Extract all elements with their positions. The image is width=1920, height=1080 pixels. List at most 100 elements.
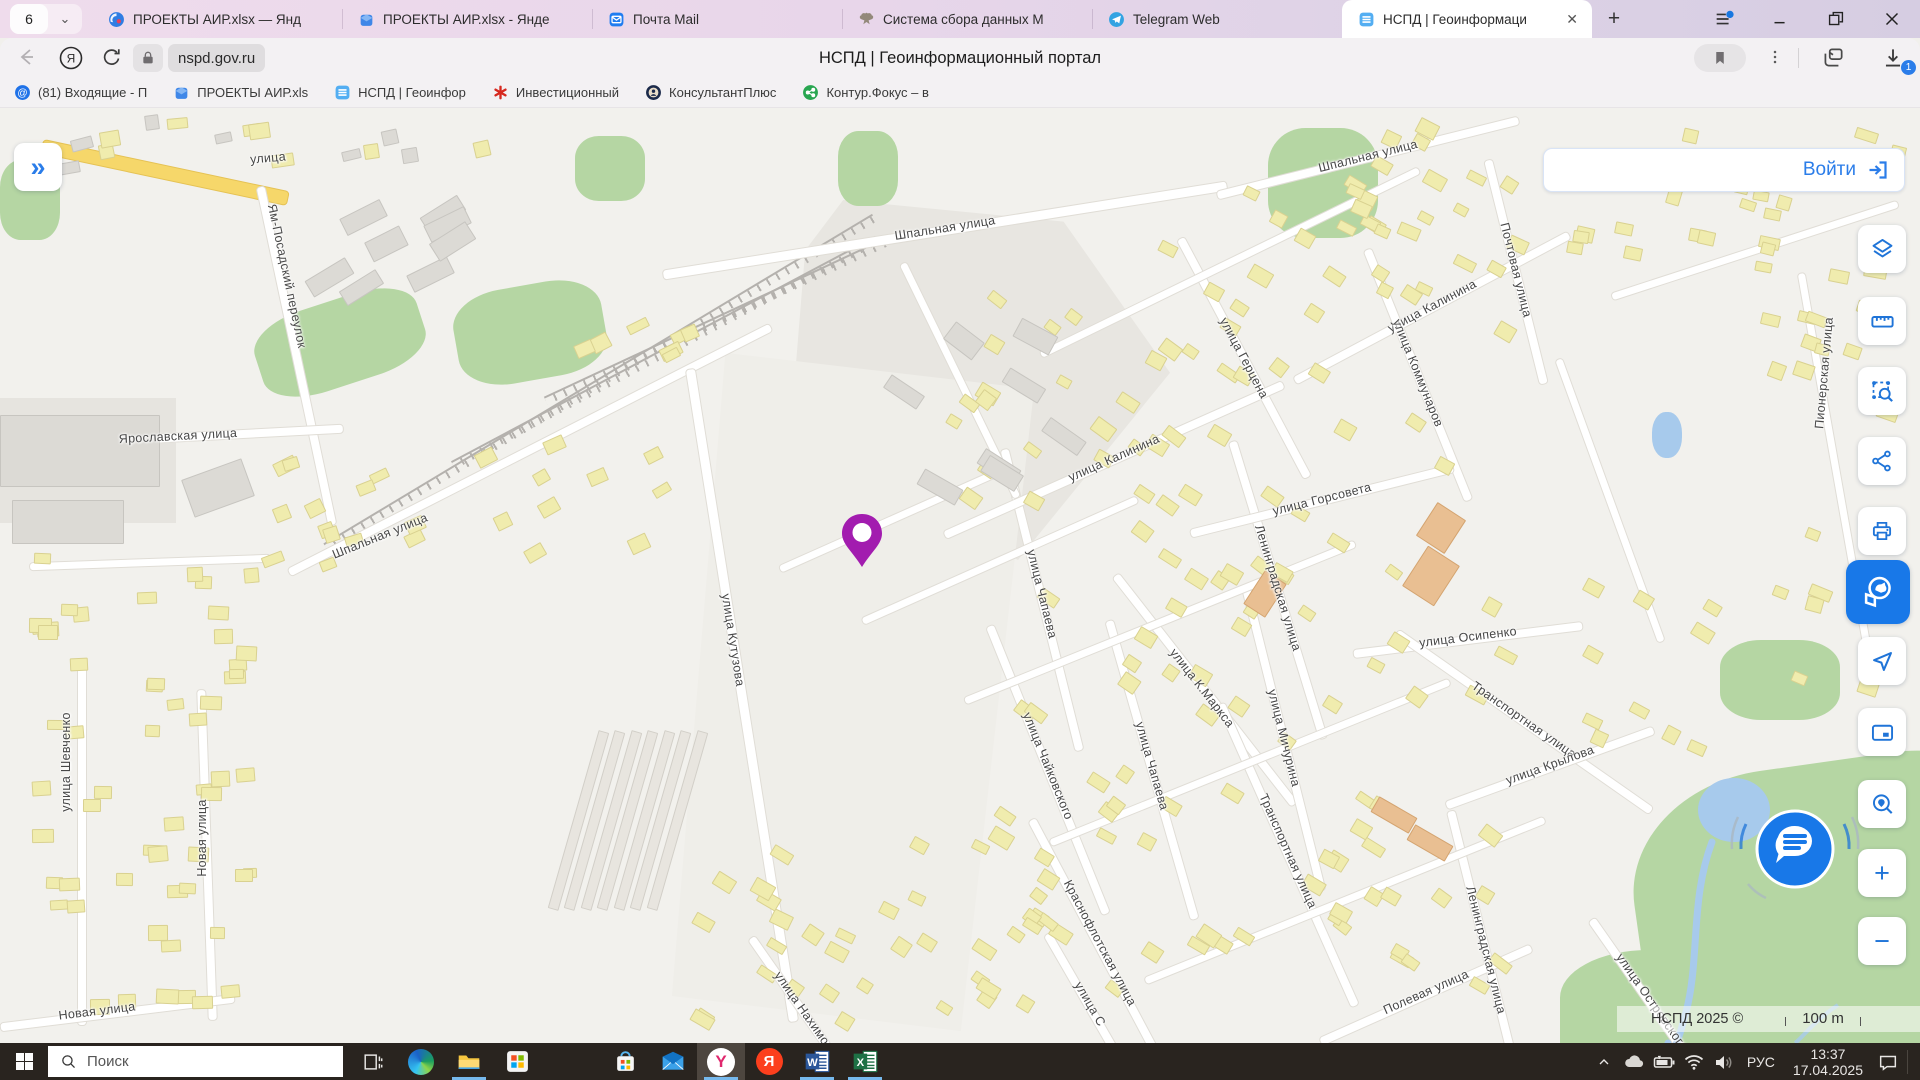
draw-objects-tool-active[interactable] <box>1846 560 1910 624</box>
map-building <box>1401 953 1422 972</box>
map-building <box>355 479 376 497</box>
bookmark-item[interactable]: Инвестиционный <box>492 84 619 101</box>
map-building <box>214 629 234 644</box>
collections-icon[interactable] <box>1820 45 1846 71</box>
map-building-large <box>12 500 124 544</box>
map-building <box>137 591 158 603</box>
refresh-icon[interactable] <box>100 45 124 69</box>
yandex-disk-icon <box>173 84 190 101</box>
map-building <box>148 845 170 862</box>
browser-tab[interactable]: Система сбора данных М <box>842 0 1092 38</box>
street-label: улица Коммунаров <box>1390 317 1446 429</box>
browser-tab[interactable]: ПРОЕКТЫ АИР.xlsx — Янд <box>92 0 342 38</box>
browser-tab[interactable]: НСПД | Геоинформаци✕ <box>1342 0 1592 38</box>
map-building <box>1182 343 1201 361</box>
map-building <box>537 496 562 519</box>
street-label: Полевая улица <box>1381 967 1471 1017</box>
browser-tab[interactable]: Почта Mail <box>592 0 842 38</box>
map-building <box>1702 599 1723 618</box>
tray-chevron-icon[interactable] <box>1589 1043 1619 1080</box>
show-desktop-button[interactable] <box>1912 1043 1920 1080</box>
ms-tile-icon[interactable] <box>493 1043 541 1080</box>
bookmark-item[interactable]: @(81) Входящие - П <box>14 84 147 101</box>
login-button[interactable]: Войти <box>1803 159 1856 181</box>
action-center-icon[interactable] <box>1873 1043 1903 1080</box>
address-bar[interactable]: nspd.gov.ru <box>168 44 265 72</box>
map-building <box>341 147 362 162</box>
street-label: Транспортная улица <box>1469 679 1579 762</box>
excel-icon[interactable]: X <box>841 1043 889 1080</box>
map-building <box>94 786 112 800</box>
area-search-button[interactable] <box>1858 367 1906 415</box>
map-building <box>586 467 609 487</box>
new-tab-button[interactable]: + <box>1598 3 1630 35</box>
locate-button[interactable] <box>1858 637 1906 685</box>
file-explorer-icon[interactable] <box>445 1043 493 1080</box>
task-view-button[interactable] <box>349 1043 397 1080</box>
map-pin[interactable] <box>839 512 885 575</box>
nspd-icon <box>1358 11 1375 28</box>
login-bar[interactable]: Войти <box>1543 148 1905 192</box>
site-security-button[interactable] <box>133 44 163 72</box>
browser-tab[interactable]: Telegram Web <box>1092 0 1342 38</box>
map-building <box>1760 241 1777 256</box>
battery-icon[interactable] <box>1649 1043 1679 1080</box>
bookmark-item[interactable]: ПРОЕКТЫ АИР.xls <box>173 84 308 101</box>
browser-menu-icon[interactable] <box>1696 0 1752 38</box>
map-building <box>1613 221 1633 237</box>
map-building <box>210 927 225 939</box>
bookmark-item[interactable]: Контур.Фокус – в <box>802 84 928 101</box>
mail-app-icon[interactable] <box>649 1043 697 1080</box>
minimize-button[interactable] <box>1752 0 1808 38</box>
yandex-browser-taskbar-icon[interactable]: Y <box>697 1043 745 1080</box>
start-button[interactable] <box>0 1043 48 1080</box>
minimap-button[interactable] <box>1858 708 1906 756</box>
language-indicator[interactable]: РУС <box>1739 1054 1783 1070</box>
print-button[interactable] <box>1858 507 1906 555</box>
map-building <box>689 1008 715 1031</box>
mail-envelope-icon <box>608 11 625 28</box>
svg-text:X: X <box>856 1057 864 1069</box>
map-building <box>1430 887 1452 909</box>
map-building <box>188 712 206 726</box>
ruler-button[interactable] <box>1858 297 1906 345</box>
map-canvas[interactable]: улицаЯм-Посадский переулокЯрославская ул… <box>0 108 1920 1043</box>
layers-button[interactable] <box>1858 225 1906 273</box>
map-building <box>473 139 492 158</box>
close-icon[interactable] <box>1864 0 1920 38</box>
map-building-orange <box>1402 546 1460 607</box>
map-building <box>1131 520 1156 544</box>
taskbar-search-input[interactable]: Поиск <box>48 1046 343 1077</box>
word-icon[interactable]: W <box>793 1043 841 1080</box>
bookmark-label: ПРОЕКТЫ АИР.xls <box>197 85 308 100</box>
tab-close-icon[interactable]: ✕ <box>1562 11 1582 28</box>
tab-counter[interactable]: 6 ⌄ <box>10 4 82 34</box>
bookmark-button[interactable] <box>1694 44 1746 72</box>
map-building <box>523 542 547 564</box>
mailru-icon: @ <box>14 84 31 101</box>
edge-icon[interactable] <box>397 1043 445 1080</box>
store-icon[interactable] <box>601 1043 649 1080</box>
chevron-down-icon[interactable]: ⌄ <box>48 6 82 32</box>
volume-icon[interactable] <box>1709 1043 1739 1080</box>
bookmark-item[interactable]: КонсультантПлюс <box>645 84 776 101</box>
chat-widget[interactable] <box>1718 772 1872 926</box>
window-controls <box>1696 0 1920 38</box>
bookmark-item[interactable]: НСПД | Геоинфор <box>334 84 466 101</box>
street-label: улица Горсовета <box>1271 480 1372 518</box>
yandex-app-icon[interactable]: Я <box>745 1043 793 1080</box>
map-building <box>59 877 81 891</box>
map-building <box>178 883 195 894</box>
back-button[interactable] <box>14 45 38 69</box>
clock[interactable]: 13:37 17.04.2025 <box>1783 1046 1873 1078</box>
maximize-button[interactable] <box>1808 0 1864 38</box>
yandex-services-icon[interactable]: Я <box>58 45 84 71</box>
onedrive-icon[interactable] <box>1619 1043 1649 1080</box>
wifi-icon[interactable] <box>1679 1043 1709 1080</box>
kebab-menu-icon[interactable] <box>1765 45 1785 69</box>
expand-sidebar-button[interactable]: » <box>14 143 62 191</box>
map-building <box>1184 567 1209 590</box>
share-button[interactable] <box>1858 437 1906 485</box>
address-url: nspd.gov.ru <box>178 50 255 67</box>
browser-tab[interactable]: ПРОЕКТЫ АИР.xlsx - Янде <box>342 0 592 38</box>
